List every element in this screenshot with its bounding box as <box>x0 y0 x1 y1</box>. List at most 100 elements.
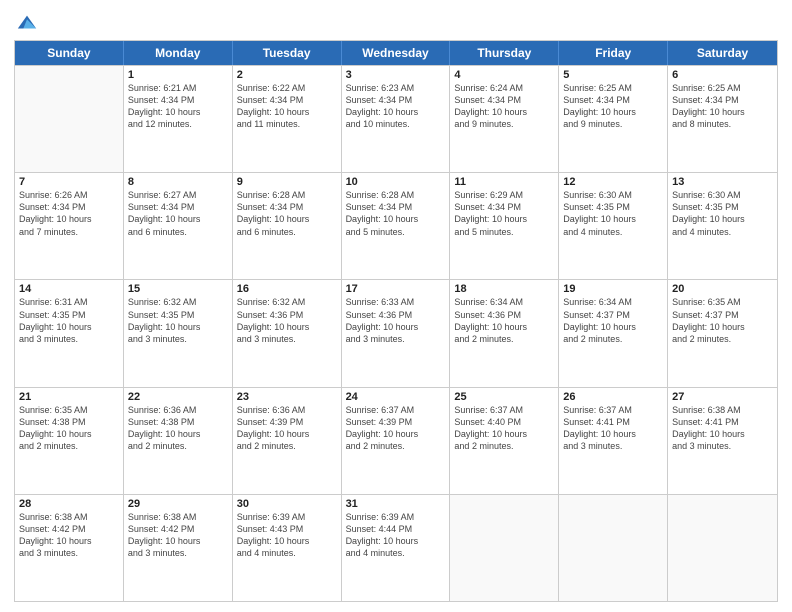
day-number: 29 <box>128 498 228 510</box>
day-info: Sunrise: 6:25 AMSunset: 4:34 PMDaylight:… <box>563 82 663 131</box>
day-info: Sunrise: 6:37 AMSunset: 4:41 PMDaylight:… <box>563 404 663 453</box>
day-info: Sunrise: 6:39 AMSunset: 4:43 PMDaylight:… <box>237 511 337 560</box>
calendar-header-cell: Thursday <box>450 41 559 65</box>
calendar-cell: 15Sunrise: 6:32 AMSunset: 4:35 PMDayligh… <box>124 280 233 386</box>
calendar-header: SundayMondayTuesdayWednesdayThursdayFrid… <box>15 41 777 65</box>
day-number: 16 <box>237 283 337 295</box>
calendar-cell: 20Sunrise: 6:35 AMSunset: 4:37 PMDayligh… <box>668 280 777 386</box>
calendar-cell <box>668 495 777 601</box>
calendar-cell: 10Sunrise: 6:28 AMSunset: 4:34 PMDayligh… <box>342 173 451 279</box>
day-number: 11 <box>454 176 554 188</box>
calendar-cell: 22Sunrise: 6:36 AMSunset: 4:38 PMDayligh… <box>124 388 233 494</box>
calendar-cell: 1Sunrise: 6:21 AMSunset: 4:34 PMDaylight… <box>124 66 233 172</box>
calendar-cell: 23Sunrise: 6:36 AMSunset: 4:39 PMDayligh… <box>233 388 342 494</box>
calendar-cell: 4Sunrise: 6:24 AMSunset: 4:34 PMDaylight… <box>450 66 559 172</box>
page: SundayMondayTuesdayWednesdayThursdayFrid… <box>0 0 792 612</box>
day-info: Sunrise: 6:38 AMSunset: 4:42 PMDaylight:… <box>128 511 228 560</box>
day-number: 20 <box>672 283 773 295</box>
day-number: 9 <box>237 176 337 188</box>
calendar-cell: 31Sunrise: 6:39 AMSunset: 4:44 PMDayligh… <box>342 495 451 601</box>
calendar-cell: 7Sunrise: 6:26 AMSunset: 4:34 PMDaylight… <box>15 173 124 279</box>
calendar-cell: 24Sunrise: 6:37 AMSunset: 4:39 PMDayligh… <box>342 388 451 494</box>
day-info: Sunrise: 6:23 AMSunset: 4:34 PMDaylight:… <box>346 82 446 131</box>
day-info: Sunrise: 6:28 AMSunset: 4:34 PMDaylight:… <box>346 189 446 238</box>
calendar-row: 7Sunrise: 6:26 AMSunset: 4:34 PMDaylight… <box>15 172 777 279</box>
day-number: 31 <box>346 498 446 510</box>
calendar-cell: 16Sunrise: 6:32 AMSunset: 4:36 PMDayligh… <box>233 280 342 386</box>
day-info: Sunrise: 6:26 AMSunset: 4:34 PMDaylight:… <box>19 189 119 238</box>
day-number: 30 <box>237 498 337 510</box>
day-info: Sunrise: 6:33 AMSunset: 4:36 PMDaylight:… <box>346 296 446 345</box>
day-number: 23 <box>237 391 337 403</box>
day-number: 1 <box>128 69 228 81</box>
day-number: 2 <box>237 69 337 81</box>
day-number: 6 <box>672 69 773 81</box>
day-number: 7 <box>19 176 119 188</box>
calendar-header-cell: Friday <box>559 41 668 65</box>
day-info: Sunrise: 6:37 AMSunset: 4:40 PMDaylight:… <box>454 404 554 453</box>
calendar-cell: 2Sunrise: 6:22 AMSunset: 4:34 PMDaylight… <box>233 66 342 172</box>
calendar-header-cell: Wednesday <box>342 41 451 65</box>
day-number: 12 <box>563 176 663 188</box>
day-number: 15 <box>128 283 228 295</box>
calendar-cell: 17Sunrise: 6:33 AMSunset: 4:36 PMDayligh… <box>342 280 451 386</box>
day-number: 25 <box>454 391 554 403</box>
calendar-cell: 18Sunrise: 6:34 AMSunset: 4:36 PMDayligh… <box>450 280 559 386</box>
calendar-cell: 8Sunrise: 6:27 AMSunset: 4:34 PMDaylight… <box>124 173 233 279</box>
day-number: 14 <box>19 283 119 295</box>
calendar-cell: 27Sunrise: 6:38 AMSunset: 4:41 PMDayligh… <box>668 388 777 494</box>
day-number: 5 <box>563 69 663 81</box>
day-info: Sunrise: 6:37 AMSunset: 4:39 PMDaylight:… <box>346 404 446 453</box>
calendar-body: 1Sunrise: 6:21 AMSunset: 4:34 PMDaylight… <box>15 65 777 601</box>
calendar-header-cell: Saturday <box>668 41 777 65</box>
calendar-cell <box>559 495 668 601</box>
day-info: Sunrise: 6:35 AMSunset: 4:37 PMDaylight:… <box>672 296 773 345</box>
day-number: 8 <box>128 176 228 188</box>
day-number: 3 <box>346 69 446 81</box>
day-number: 24 <box>346 391 446 403</box>
day-info: Sunrise: 6:31 AMSunset: 4:35 PMDaylight:… <box>19 296 119 345</box>
day-info: Sunrise: 6:30 AMSunset: 4:35 PMDaylight:… <box>672 189 773 238</box>
day-info: Sunrise: 6:30 AMSunset: 4:35 PMDaylight:… <box>563 189 663 238</box>
calendar-cell: 13Sunrise: 6:30 AMSunset: 4:35 PMDayligh… <box>668 173 777 279</box>
calendar-cell: 19Sunrise: 6:34 AMSunset: 4:37 PMDayligh… <box>559 280 668 386</box>
day-info: Sunrise: 6:38 AMSunset: 4:41 PMDaylight:… <box>672 404 773 453</box>
calendar-cell: 29Sunrise: 6:38 AMSunset: 4:42 PMDayligh… <box>124 495 233 601</box>
day-number: 27 <box>672 391 773 403</box>
calendar-cell: 14Sunrise: 6:31 AMSunset: 4:35 PMDayligh… <box>15 280 124 386</box>
day-info: Sunrise: 6:34 AMSunset: 4:36 PMDaylight:… <box>454 296 554 345</box>
day-info: Sunrise: 6:36 AMSunset: 4:39 PMDaylight:… <box>237 404 337 453</box>
calendar-header-cell: Sunday <box>15 41 124 65</box>
day-number: 26 <box>563 391 663 403</box>
calendar-header-cell: Tuesday <box>233 41 342 65</box>
day-number: 22 <box>128 391 228 403</box>
day-info: Sunrise: 6:25 AMSunset: 4:34 PMDaylight:… <box>672 82 773 131</box>
day-info: Sunrise: 6:34 AMSunset: 4:37 PMDaylight:… <box>563 296 663 345</box>
calendar-cell: 5Sunrise: 6:25 AMSunset: 4:34 PMDaylight… <box>559 66 668 172</box>
calendar-cell: 9Sunrise: 6:28 AMSunset: 4:34 PMDaylight… <box>233 173 342 279</box>
calendar-cell <box>15 66 124 172</box>
day-info: Sunrise: 6:28 AMSunset: 4:34 PMDaylight:… <box>237 189 337 238</box>
day-number: 4 <box>454 69 554 81</box>
day-number: 19 <box>563 283 663 295</box>
day-number: 13 <box>672 176 773 188</box>
day-info: Sunrise: 6:21 AMSunset: 4:34 PMDaylight:… <box>128 82 228 131</box>
calendar-cell: 30Sunrise: 6:39 AMSunset: 4:43 PMDayligh… <box>233 495 342 601</box>
day-info: Sunrise: 6:32 AMSunset: 4:36 PMDaylight:… <box>237 296 337 345</box>
day-info: Sunrise: 6:35 AMSunset: 4:38 PMDaylight:… <box>19 404 119 453</box>
calendar-cell: 28Sunrise: 6:38 AMSunset: 4:42 PMDayligh… <box>15 495 124 601</box>
day-number: 21 <box>19 391 119 403</box>
day-info: Sunrise: 6:39 AMSunset: 4:44 PMDaylight:… <box>346 511 446 560</box>
calendar-cell: 25Sunrise: 6:37 AMSunset: 4:40 PMDayligh… <box>450 388 559 494</box>
calendar-cell: 12Sunrise: 6:30 AMSunset: 4:35 PMDayligh… <box>559 173 668 279</box>
calendar-row: 1Sunrise: 6:21 AMSunset: 4:34 PMDaylight… <box>15 65 777 172</box>
day-info: Sunrise: 6:27 AMSunset: 4:34 PMDaylight:… <box>128 189 228 238</box>
logo-icon <box>16 12 38 34</box>
day-info: Sunrise: 6:29 AMSunset: 4:34 PMDaylight:… <box>454 189 554 238</box>
calendar-row: 28Sunrise: 6:38 AMSunset: 4:42 PMDayligh… <box>15 494 777 601</box>
day-number: 18 <box>454 283 554 295</box>
day-info: Sunrise: 6:24 AMSunset: 4:34 PMDaylight:… <box>454 82 554 131</box>
calendar-cell: 11Sunrise: 6:29 AMSunset: 4:34 PMDayligh… <box>450 173 559 279</box>
day-info: Sunrise: 6:38 AMSunset: 4:42 PMDaylight:… <box>19 511 119 560</box>
calendar-cell: 3Sunrise: 6:23 AMSunset: 4:34 PMDaylight… <box>342 66 451 172</box>
